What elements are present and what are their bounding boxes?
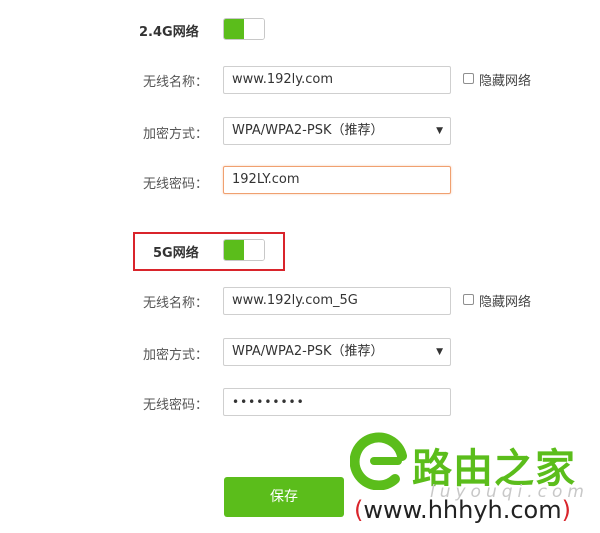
toggle-on-fill [224,19,245,39]
watermark-url-close: ) [561,496,571,524]
band-5g-security-value: WPA/WPA2-PSK（推荐） [232,344,384,359]
band-5g-hide-label: 隐藏网络 [479,295,532,310]
band-5g-hide-checkbox[interactable] [463,294,474,305]
band-24g-security-value: WPA/WPA2-PSK（推荐） [232,123,384,138]
band-5g-security-select[interactable]: WPA/WPA2-PSK（推荐） ▼ [223,338,451,366]
watermark-url: (www.hhhyh.com) [354,496,571,524]
band-5g-toggle[interactable] [223,239,265,261]
band-5g-security-label: 加密方式： [143,348,209,363]
band-24g-security-label: 加密方式： [143,127,209,142]
logo-mark-icon [350,432,407,490]
band-5g-ssid-input[interactable]: www.192ly.com_5G [223,287,451,315]
band-5g-password-input[interactable]: ••••••••• [223,388,451,416]
band-24g-ssid-input[interactable]: www.192ly.com [223,66,451,94]
band-24g-password-label: 无线密码： [143,177,209,192]
band-5g-password-label: 无线密码： [143,398,209,413]
band-5g-ssid-label: 无线名称： [143,296,209,311]
toggle-knob [244,240,264,260]
band-24g-toggle[interactable] [223,18,265,40]
chevron-down-icon: ▼ [436,347,443,357]
toggle-on-fill [224,240,245,260]
band-24g-hide-checkbox[interactable] [463,73,474,84]
band-24g-title: 2.4G网络 [139,25,199,40]
watermark-url-text: www.hhhyh.com [363,496,562,524]
band-5g-title: 5G网络 [153,246,199,261]
band-24g-password-input[interactable]: 192LY.com [223,166,451,194]
band-24g-ssid-label: 无线名称： [143,75,209,90]
watermark-url-open: ( [354,496,364,524]
chevron-down-icon: ▼ [436,126,443,136]
band-24g-security-select[interactable]: WPA/WPA2-PSK（推荐） ▼ [223,117,451,145]
save-button[interactable]: 保存 [224,477,344,517]
toggle-knob [244,19,264,39]
band-24g-hide-label: 隐藏网络 [479,74,532,89]
